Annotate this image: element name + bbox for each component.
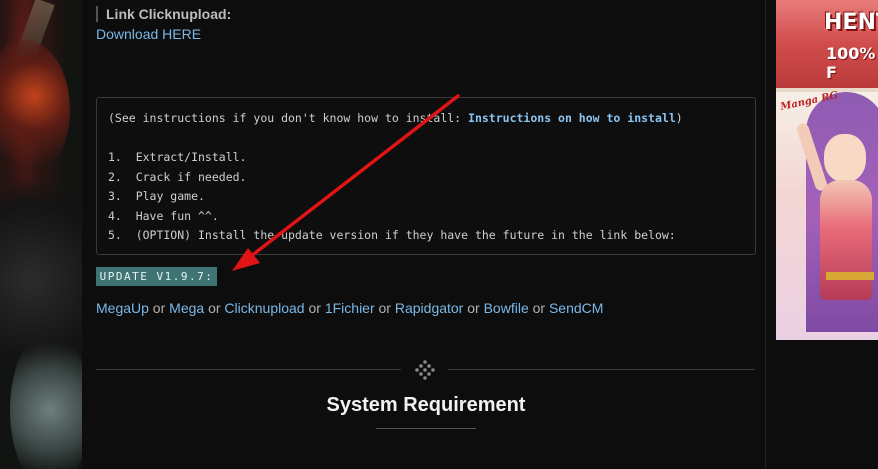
instructions-intro: (See instructions if you don't know how … <box>108 111 683 125</box>
mirror-links: MegaUp or Mega or Clicknupload or 1Fichi… <box>96 300 603 316</box>
section-title: System Requirement <box>326 394 526 416</box>
instruction-step: 1. Extract/Install. <box>108 150 247 164</box>
ad-subtitle: 100% F <box>826 44 876 82</box>
mirror-separator: or <box>463 300 484 316</box>
sidebar-advertisement[interactable]: HENT 100% F Manga RG <box>776 0 878 340</box>
instructions-box: (See instructions if you don't know how … <box>96 97 756 255</box>
ad-banner-top[interactable]: HENT 100% F <box>776 0 878 88</box>
title-underline <box>376 428 476 429</box>
mirror-link-sendcm[interactable]: SendCM <box>549 300 603 316</box>
instruction-step: 2. Crack if needed. <box>108 170 247 184</box>
section-divider-left <box>96 369 401 370</box>
mirror-link-1fichier[interactable]: 1Fichier <box>325 300 375 316</box>
mirror-separator: or <box>374 300 395 316</box>
mirror-link-megaup[interactable]: MegaUp <box>96 300 149 316</box>
section-divider-right <box>448 369 755 370</box>
mirror-link-clicknupload[interactable]: Clicknupload <box>224 300 304 316</box>
download-link[interactable]: Download HERE <box>96 26 201 42</box>
instruction-step: 4. Have fun ^^. <box>108 209 219 223</box>
mirror-separator: or <box>204 300 225 316</box>
column-divider <box>765 0 766 469</box>
instructions-link[interactable]: Instructions on how to install <box>468 111 676 125</box>
background-artwork <box>0 0 82 469</box>
mirror-link-bowfile[interactable]: Bowfile <box>484 300 529 316</box>
diamond-dots-icon <box>415 360 435 380</box>
mirror-separator: or <box>304 300 325 316</box>
mirror-separator: or <box>528 300 549 316</box>
mirror-link-rapidgator[interactable]: Rapidgator <box>395 300 464 316</box>
ad-title: HENT <box>824 10 878 35</box>
update-version-badge: UPDATE V1.9.7: <box>96 267 217 286</box>
instruction-step: 5. (OPTION) Install the update version i… <box>108 228 676 242</box>
intro-prefix: (See instructions if you don't know how … <box>108 111 469 125</box>
mirror-link-mega[interactable]: Mega <box>169 300 204 316</box>
ad-banner-image[interactable]: Manga RG <box>776 90 878 340</box>
intro-suffix: ) <box>675 111 683 125</box>
download-label: Link Clicknupload: <box>96 6 231 22</box>
instruction-step: 3. Play game. <box>108 189 205 203</box>
mirror-separator: or <box>148 300 170 316</box>
